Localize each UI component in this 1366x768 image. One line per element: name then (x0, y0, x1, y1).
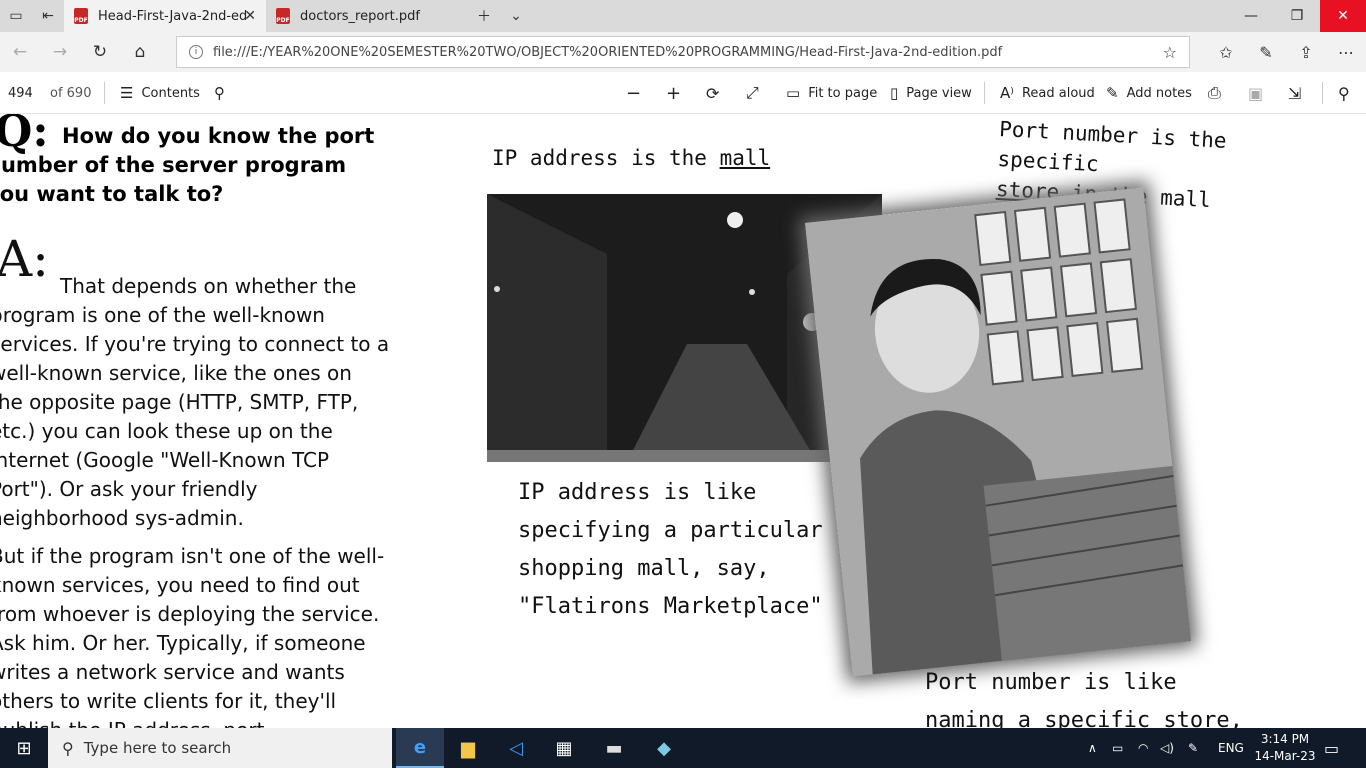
restore-button[interactable]: ❐ (1274, 0, 1320, 32)
minimize-button[interactable]: — (1228, 0, 1274, 32)
pdf-icon: PDF (74, 8, 88, 24)
answer-paragraph-2: But if the program isn't one of the well… (0, 544, 385, 728)
tab-bar: ▭ ⇤ PDF Head-First-Java-2nd-ed ✕ PDF doc… (0, 0, 1366, 32)
movies-icon[interactable]: ▦ (540, 728, 588, 768)
more-icon[interactable]: ⋯ (1326, 36, 1366, 68)
search-placeholder: Type here to search (83, 739, 232, 757)
edge-icon[interactable]: e (396, 728, 444, 768)
pen-workspace-icon[interactable]: ✎ (1188, 728, 1198, 768)
contents-label: Contents (141, 85, 200, 101)
clock[interactable]: 3:14 PM 14-Mar-23 (1248, 731, 1322, 765)
tab-label: Head-First-Java-2nd-ed (98, 8, 248, 24)
read-aloud-button[interactable]: A⁾ Read aloud (1000, 72, 1095, 114)
clock-time: 3:14 PM (1260, 732, 1310, 746)
caption-port: Port number is like naming a specific st… (925, 670, 1243, 728)
close-tab-icon[interactable]: ✕ (244, 8, 256, 24)
tab-label: doctors_report.pdf (300, 8, 420, 24)
terminal-icon[interactable]: ▬ (590, 728, 638, 768)
share-icon[interactable]: ⇪ (1286, 36, 1326, 68)
page-number-input[interactable]: 494 (4, 78, 36, 108)
info-icon[interactable]: i (189, 45, 203, 59)
battery-icon[interactable]: ▭ (1112, 728, 1123, 768)
pdf-page: Q: How do you know the port number of th… (0, 114, 1366, 728)
home-icon[interactable]: ⌂ (122, 36, 158, 68)
clock-date: 14-Mar-23 (1254, 749, 1316, 763)
zoom-out-icon[interactable]: − (626, 72, 641, 114)
tab-head-first-java[interactable]: PDF Head-First-Java-2nd-ed ✕ (64, 0, 266, 32)
close-window-button[interactable]: ✕ (1320, 0, 1366, 32)
search-icon[interactable]: ⚲ (214, 72, 233, 114)
page-view-label: Page view (906, 85, 972, 101)
answer-paragraph-1: That depends on whether the program is o… (0, 274, 390, 530)
question-text: How do you know the port number of the s… (0, 124, 375, 206)
ip-label-mall: mall (719, 146, 771, 170)
fit-icon: ▭ (786, 84, 801, 102)
ip-label-text: IP address is the (492, 146, 720, 170)
tab-list-chevron-icon[interactable]: ⌄ (500, 0, 532, 32)
taskbar-search[interactable]: ⚲ Type here to search (48, 728, 392, 768)
taskbar: ⊞ ⚲ Type here to search e ▆ ◁ ▦ ▬ ◆ ∧ ▭ … (0, 728, 1366, 768)
favorite-star-icon[interactable]: ☆ (1163, 43, 1177, 62)
virtualbox-icon[interactable]: ◆ (640, 728, 688, 768)
url-text: file:///E:/YEAR%20ONE%20SEMESTER%20TWO/O… (213, 44, 1003, 60)
page-icon: ▯ (890, 84, 899, 102)
pen-icon[interactable]: ✎ (1246, 36, 1286, 68)
page-total: of 690 (50, 85, 92, 101)
windows-start-icon[interactable]: ⊞ (0, 728, 48, 768)
add-notes-label: Add notes (1126, 85, 1192, 101)
search-icon: ⚲ (62, 738, 74, 758)
volume-icon[interactable]: ◁) (1160, 728, 1174, 768)
print-icon[interactable]: ⎙ (1208, 72, 1221, 114)
zoom-in-icon[interactable]: + (666, 72, 681, 114)
tab-doctors-report[interactable]: PDF doctors_report.pdf (266, 0, 466, 32)
fullscreen-icon[interactable]: ⤢ (746, 72, 759, 114)
show-hidden-icons-icon[interactable]: ∧ (1088, 728, 1097, 768)
vscode-icon[interactable]: ◁ (492, 728, 540, 768)
ip-mall-label: IP address is the mall (492, 146, 770, 170)
url-field[interactable]: i file:///E:/YEAR%20ONE%20SEMESTER%20TWO… (176, 36, 1190, 68)
refresh-icon[interactable]: ↻ (82, 36, 118, 68)
read-aloud-icon: A⁾ (1000, 84, 1014, 102)
pdf-toolbar: 494 of 690 ☰ Contents ⚲ − + ⟳ ⤢ ▭ Fit to… (0, 72, 1366, 114)
contents-button[interactable]: ☰ Contents (120, 72, 200, 114)
save-as-icon[interactable]: ⇲ (1288, 72, 1301, 114)
address-bar: ← → ↻ ⌂ i file:///E:/YEAR%20ONE%20SEMEST… (0, 32, 1366, 72)
network-icon[interactable]: ◠ (1138, 728, 1148, 768)
notifications-icon[interactable]: ▭ (1324, 728, 1339, 768)
set-aside-tabs-icon[interactable]: ⇤ (32, 0, 64, 32)
forward-icon[interactable]: → (42, 36, 78, 68)
save-icon[interactable]: ▣ (1248, 72, 1263, 114)
list-icon: ☰ (120, 84, 134, 102)
caption-ip: IP address is like specifying a particul… (518, 480, 823, 619)
rotate-icon[interactable]: ⟳ (706, 72, 719, 114)
fit-to-page-button[interactable]: ▭ Fit to page (786, 72, 877, 114)
page-view-button[interactable]: ▯ Page view (890, 72, 972, 114)
add-notes-button[interactable]: ✎ Add notes (1106, 72, 1192, 114)
language-indicator[interactable]: ENG (1218, 728, 1244, 768)
favorites-icon[interactable]: ✩ (1206, 36, 1246, 68)
new-tab-icon[interactable]: ＋ (468, 0, 500, 32)
file-explorer-icon[interactable]: ▆ (444, 728, 492, 768)
read-aloud-label: Read aloud (1021, 85, 1095, 101)
tab-actions-icon[interactable]: ▭ (0, 0, 32, 32)
pen-icon: ✎ (1106, 84, 1119, 102)
back-icon[interactable]: ← (2, 36, 38, 68)
pin-toolbar-icon[interactable]: ⚲ (1338, 72, 1350, 114)
pdf-icon: PDF (276, 8, 290, 24)
fit-to-page-label: Fit to page (808, 85, 878, 101)
